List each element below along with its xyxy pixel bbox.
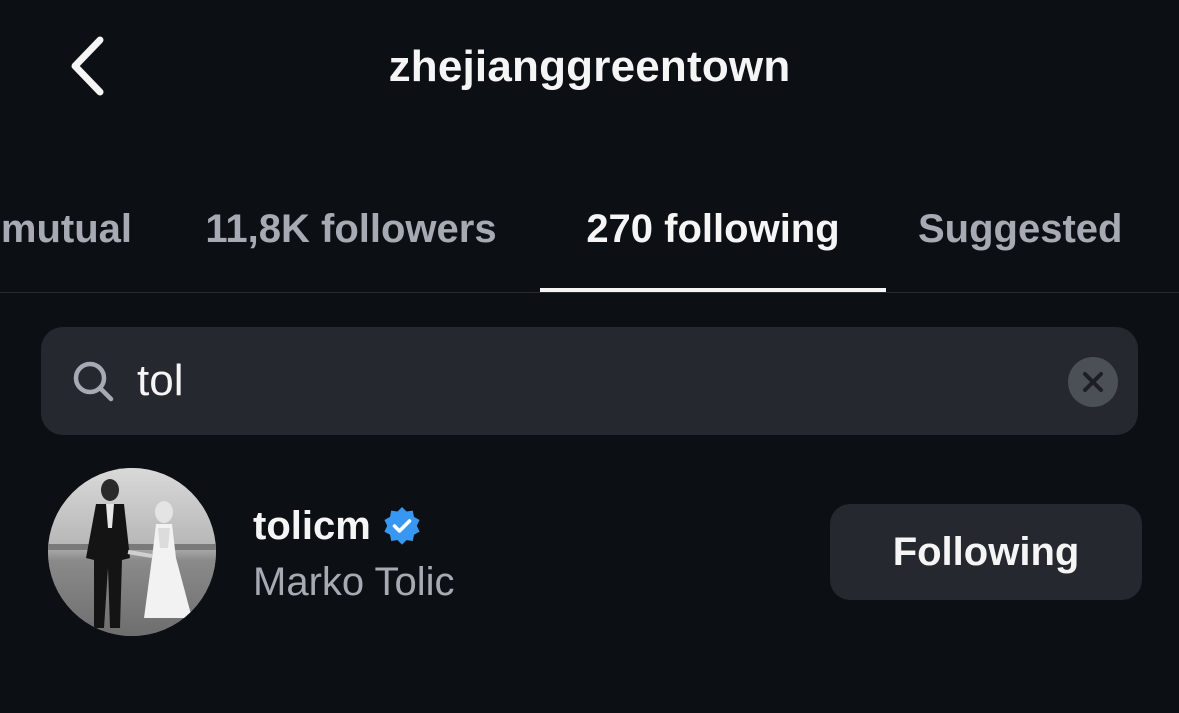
avatar[interactable] — [48, 468, 216, 636]
tab-following[interactable]: 270 following — [540, 200, 886, 292]
close-icon — [1083, 372, 1103, 392]
avatar-photo — [48, 468, 216, 636]
search-input[interactable] — [137, 349, 1037, 413]
search-bar[interactable] — [41, 327, 1138, 435]
clear-search-button[interactable] — [1068, 357, 1118, 407]
tabs-divider — [0, 292, 1179, 293]
verified-badge-icon — [384, 507, 420, 545]
user-info: tolicm Marko Tolic — [253, 500, 455, 608]
tab-followers[interactable]: 11,8K followers — [196, 200, 506, 292]
following-button[interactable]: Following — [830, 504, 1142, 600]
username-line: tolicm — [253, 500, 455, 552]
username[interactable]: tolicm — [253, 500, 371, 552]
following-list-screen: zhejianggreentown mutual 11,8K followers… — [0, 0, 1179, 713]
page-title: zhejianggreentown — [388, 42, 791, 91]
full-name: Marko Tolic — [253, 560, 455, 604]
list-item[interactable]: tolicm Marko Tolic Following — [0, 460, 1179, 650]
tab-mutual[interactable]: mutual — [0, 200, 132, 292]
search-icon — [73, 361, 114, 402]
tab-suggested[interactable]: Suggested — [918, 200, 1148, 292]
tab-bar: mutual 11,8K followers 270 following Sug… — [0, 200, 1179, 292]
